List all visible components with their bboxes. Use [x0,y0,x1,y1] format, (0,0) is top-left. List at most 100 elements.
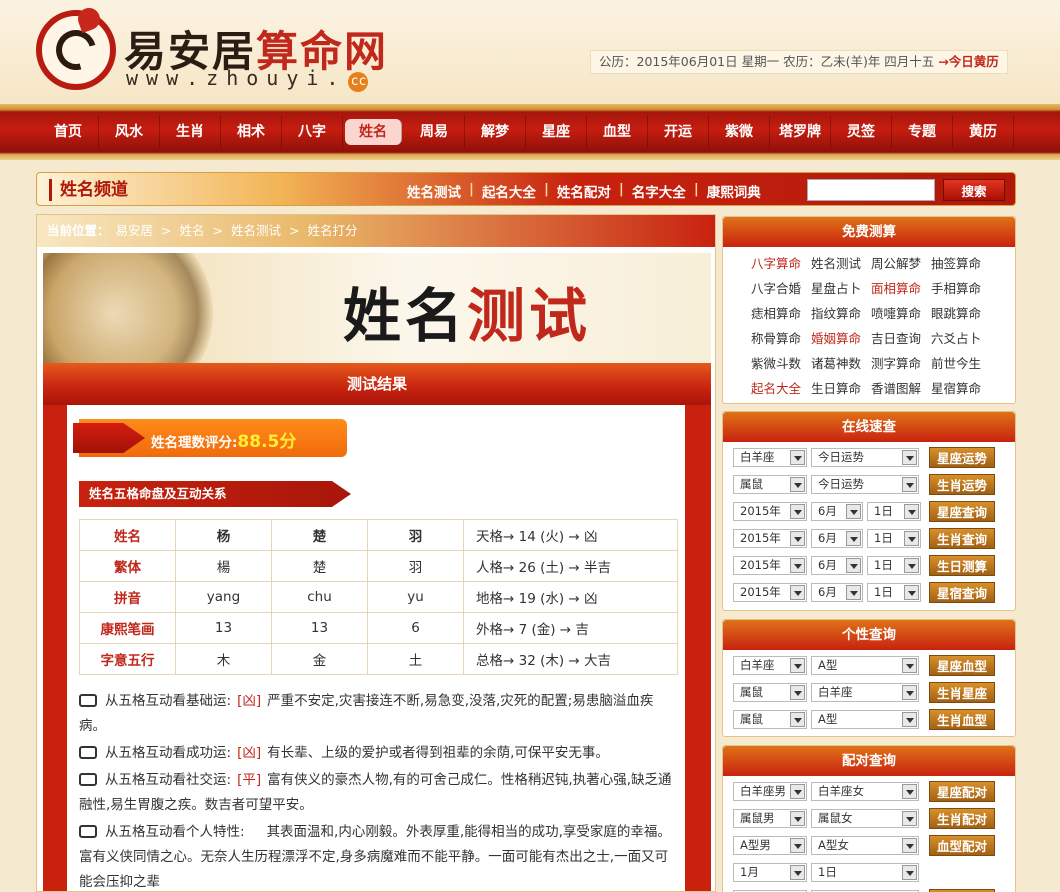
nav-item-12[interactable]: 塔罗牌 [770,116,831,148]
nav-item-0[interactable]: 首页 [38,116,99,148]
quick-select[interactable]: 今日运势 [811,448,919,467]
nav-item-13[interactable]: 灵签 [831,116,892,148]
nav-item-2[interactable]: 生肖 [160,116,221,148]
personality-select[interactable]: A型 [811,710,919,729]
free-calc-link[interactable]: 八字合婚 [751,276,811,301]
quick-select[interactable]: 今日运势 [811,475,919,494]
free-calc-link[interactable]: 指纹算命 [811,301,871,326]
free-calc-link[interactable]: 紫微斗数 [751,351,811,376]
section-link-2[interactable]: 姓名配对 [549,181,619,201]
quick-select[interactable]: 6月 [811,556,863,575]
nav-item-7[interactable]: 解梦 [465,116,526,148]
section-link-3[interactable]: 名字大全 [624,181,694,201]
free-calc-link[interactable]: 吉日查询 [871,326,931,351]
nav-item-10[interactable]: 开运 [648,116,709,148]
quick-select[interactable]: 2015年 [733,556,807,575]
match-select[interactable]: 属鼠女 [811,809,919,828]
free-calc-link[interactable]: 八字算命 [751,251,811,276]
match-button[interactable]: 生肖配对 [929,808,995,829]
free-calc-link[interactable]: 眼跳算命 [931,301,991,326]
free-calc-link[interactable]: 面相算命 [871,276,931,301]
quick-select[interactable]: 2015年 [733,529,807,548]
match-select[interactable]: 白羊座女 [811,782,919,801]
nav-item-3[interactable]: 相术 [221,116,282,148]
match-select[interactable]: 1日 [811,863,919,882]
free-calc-link[interactable]: 香谱图解 [871,376,931,401]
personality-select[interactable]: 属鼠 [733,683,807,702]
today-almanac-link[interactable]: →今日黄历 [938,54,998,69]
free-calc-link[interactable]: 星宿算命 [931,376,991,401]
nav-item-8[interactable]: 星座 [526,116,587,148]
quick-button[interactable]: 生肖运势 [929,474,995,495]
quick-select[interactable]: 6月 [811,583,863,602]
match-select[interactable]: 1月 [733,863,807,882]
quick-button[interactable]: 星宿查询 [929,582,995,603]
personality-select[interactable]: 白羊座 [733,656,807,675]
nav-item-6[interactable]: 周易 [404,116,465,148]
personality-select[interactable]: 白羊座 [811,683,919,702]
quick-button[interactable]: 生肖查询 [929,528,995,549]
free-calc-link[interactable]: 起名大全 [751,376,811,401]
match-select[interactable]: A型女 [811,836,919,855]
site-logo[interactable] [36,4,116,90]
quick-select[interactable]: 1日 [867,502,921,521]
free-calc-link[interactable]: 诸葛神数 [811,351,871,376]
free-calc-link[interactable]: 六爻占卜 [931,326,991,351]
free-calc-link[interactable]: 喷嚏算命 [871,301,931,326]
quick-button[interactable]: 生日测算 [929,555,995,576]
nav-item-15[interactable]: 黄历 [953,116,1014,148]
free-calc-link[interactable]: 手相算命 [931,276,991,301]
breadcrumb-item-2[interactable]: 姓名测试 [231,223,281,238]
free-calc-link[interactable]: 痣相算命 [751,301,811,326]
match-button[interactable]: 血型配对 [929,835,995,856]
free-calc-link[interactable]: 抽签算命 [931,251,991,276]
match-select-value: 白羊座女 [818,784,864,798]
personality-button[interactable]: 星座血型 [929,655,995,676]
free-calc-link[interactable]: 前世今生 [931,351,991,376]
quick-select[interactable]: 2015年 [733,502,807,521]
quick-select[interactable]: 属鼠 [733,475,807,494]
nav-item-9[interactable]: 血型 [587,116,648,148]
section-link-4[interactable]: 康熙词典 [699,181,769,201]
nav-item-1[interactable]: 风水 [99,116,160,148]
personality-select[interactable]: A型 [811,656,919,675]
free-calc-link[interactable]: 生日算命 [811,376,871,401]
free-calc-link[interactable]: 周公解梦 [871,251,931,276]
nav-item-5[interactable]: 姓名 [345,119,402,145]
free-calc-link[interactable]: 姓名测试 [811,251,871,276]
personality-button[interactable]: 生肖血型 [929,709,995,730]
search-input[interactable] [807,179,935,201]
match-button[interactable]: 星座配对 [929,781,995,802]
breadcrumb-item-3[interactable]: 姓名打分 [308,223,358,238]
dropdown-arrow-icon [790,531,805,546]
quick-select[interactable]: 1日 [867,556,921,575]
free-calc-link[interactable]: 测字算命 [871,351,931,376]
nav-item-14[interactable]: 专题 [892,116,953,148]
quick-button[interactable]: 星座运势 [929,447,995,468]
section-link-0[interactable]: 姓名测试 [399,181,469,201]
quick-select-value: 1日 [874,504,893,518]
personality-select[interactable]: 属鼠 [733,710,807,729]
nav-item-4[interactable]: 八字 [282,116,343,148]
quick-select[interactable]: 2015年 [733,583,807,602]
personality-button[interactable]: 生肖星座 [929,682,995,703]
match-select[interactable]: A型男 [733,836,807,855]
match-select[interactable]: 属鼠男 [733,809,807,828]
dropdown-arrow-icon [846,558,861,573]
quick-select[interactable]: 6月 [811,529,863,548]
quick-select[interactable]: 1日 [867,529,921,548]
quick-select[interactable]: 1日 [867,583,921,602]
quick-select[interactable]: 白羊座 [733,448,807,467]
free-calc-link[interactable]: 婚姻算命 [811,326,871,351]
free-calc-link[interactable]: 称骨算命 [751,326,811,351]
free-calc-link[interactable]: 星盘占卜 [811,276,871,301]
nav-item-11[interactable]: 紫微 [709,116,770,148]
quick-button[interactable]: 星座查询 [929,501,995,522]
match-select[interactable]: 白羊座男 [733,782,807,801]
quick-select[interactable]: 6月 [811,502,863,521]
breadcrumb-sep: > [161,223,172,238]
breadcrumb-item-1[interactable]: 姓名 [180,223,205,238]
search-button[interactable]: 搜索 [943,179,1005,201]
section-link-1[interactable]: 起名大全 [474,181,544,201]
breadcrumb-item-0[interactable]: 易安居 [116,223,154,238]
